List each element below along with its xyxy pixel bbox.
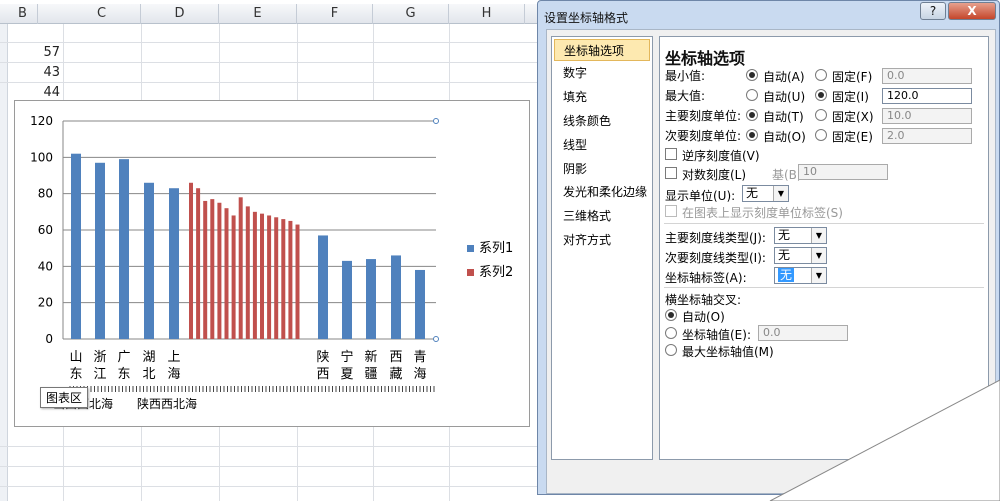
page-curl-shape [769,379,1000,501]
page-curl-overlay [769,379,1000,501]
